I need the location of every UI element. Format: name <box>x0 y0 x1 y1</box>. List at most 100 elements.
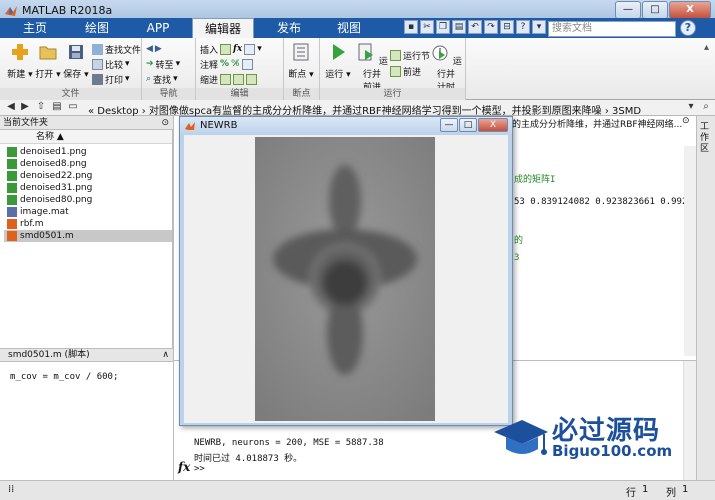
file-list-item[interactable]: denoised22.png <box>4 170 172 182</box>
file-list-item[interactable]: denoised31.png <box>4 182 172 194</box>
figure-maximize-button[interactable]: □ <box>459 118 477 132</box>
dropdown-quick-icon[interactable]: ▾ <box>532 20 546 34</box>
back-forward-buttons[interactable]: ◀ ▶ <box>146 42 162 56</box>
search-docs-input[interactable]: 搜索文档 <box>548 21 676 37</box>
back-arrow-icon: ◀ <box>146 44 153 54</box>
run-advance-button[interactable]: 运行并 前进 <box>356 42 388 93</box>
tab-editor[interactable]: 编辑器 <box>192 18 254 38</box>
help-icon[interactable]: ? <box>680 20 696 36</box>
file-name: rbf.m <box>20 219 44 229</box>
maximize-button[interactable]: □ <box>642 1 668 19</box>
command-prompt[interactable]: >> <box>194 464 205 474</box>
graduation-cap-logo <box>494 420 548 455</box>
watermark-url: Biguo100.com <box>552 442 673 460</box>
tab-publish[interactable]: 发布 <box>262 18 316 38</box>
command-scrollbar[interactable] <box>683 361 696 481</box>
print-button[interactable]: 打印 ▾ <box>92 72 130 86</box>
file-list-item[interactable]: smd0501.m <box>4 230 172 242</box>
details-toggle-icon[interactable]: ∧ <box>162 349 169 361</box>
paste-quick-icon[interactable]: ▤ <box>452 20 466 34</box>
editor-scrollbar[interactable] <box>684 146 696 356</box>
editor-menu-icon[interactable]: ⊙ <box>682 116 690 126</box>
goto-button[interactable]: ➔ 转至 ▾ <box>146 57 180 71</box>
file-png-icon <box>7 183 17 193</box>
file-list-item[interactable]: image.mat <box>4 206 172 218</box>
window-title: MATLAB R2018a <box>22 4 113 17</box>
file-m-icon <box>7 219 17 229</box>
copy-quick-icon[interactable]: ❐ <box>436 20 450 34</box>
figure-window[interactable]: NEWRB — □ X <box>179 116 513 426</box>
close-button[interactable]: X <box>669 1 711 19</box>
file-list-item[interactable]: denoised8.png <box>4 158 172 170</box>
open-button[interactable]: 打开 ▾ <box>34 42 62 80</box>
up-folder-icon[interactable]: ⇧ <box>34 101 48 115</box>
file-list-item[interactable]: denoised80.png <box>4 194 172 206</box>
save-button[interactable]: 保存 ▾ <box>62 42 90 80</box>
back-nav-icon[interactable]: ◀ <box>4 101 18 115</box>
row-value: 1 <box>642 484 649 495</box>
workspace-rail[interactable]: 工作区 <box>696 116 715 480</box>
run-section-icon <box>390 49 401 61</box>
run-button[interactable]: 运行 ▾ <box>324 42 352 80</box>
matlab-logo-icon <box>5 6 17 16</box>
file-name: denoised80.png <box>20 195 93 205</box>
insert-icon <box>220 43 232 55</box>
print-icon <box>92 73 103 85</box>
editor-tab[interactable]: 的主成分分析降维，并通过RBF神经网络... <box>512 117 682 131</box>
find-files-button[interactable]: 查找文件 <box>92 42 141 56</box>
print-label: 打印 <box>105 75 124 86</box>
path-dropdown-icon[interactable]: ▾ <box>684 101 698 115</box>
search-folder-icon[interactable]: ⌕ <box>699 101 713 115</box>
figure-minimize-button[interactable]: — <box>440 118 458 132</box>
status-grip-icon: ⁞⁞ <box>8 484 15 495</box>
file-name: smd0501.m <box>20 231 74 241</box>
figure-title-bar[interactable]: NEWRB — □ X <box>180 117 512 135</box>
save-quick-icon[interactable]: ▪ <box>404 20 418 34</box>
forward-nav-icon[interactable]: ▶ <box>18 101 32 115</box>
find-button[interactable]: ⌕ 查找 ▾ <box>146 72 178 86</box>
ribbon-group-breakpoints: 断点 ▾ 断点 <box>284 38 320 100</box>
percent-icon: % <box>220 59 230 69</box>
ribbon-collapse-icon[interactable]: ▴ <box>704 42 709 53</box>
redo-quick-icon[interactable]: ↷ <box>484 20 498 34</box>
comment-button[interactable]: 注释 % %̸ <box>200 57 253 71</box>
ribbon-group-edit: 插入 fx ▾ 注释 % %̸ 缩进 编辑 <box>196 38 284 100</box>
file-list-item[interactable]: rbf.m <box>4 218 172 230</box>
browse-folder-icon[interactable]: ▤ <box>50 101 64 115</box>
editor-line: 3 <box>514 253 520 263</box>
advance-button[interactable]: 前进 <box>390 64 421 78</box>
name-column-header[interactable]: 名称 ▲ <box>0 130 172 144</box>
file-png-icon <box>7 195 17 205</box>
forward-arrow-icon: ▶ <box>154 44 162 54</box>
save-label: 保存 <box>63 70 82 80</box>
new-button[interactable]: 新建 ▾ <box>6 42 34 80</box>
current-folder-path[interactable]: « Desktop › 对图像做spca有监督的主成分分析降维，并通过RBF神经… <box>88 102 641 117</box>
tab-view[interactable]: 视图 <box>322 18 376 38</box>
file-name: image.mat <box>20 207 69 217</box>
file-list-item[interactable]: denoised1.png <box>4 146 172 158</box>
tab-apps[interactable]: APP <box>134 18 182 38</box>
switch-windows-icon[interactable]: ⊟ <box>500 20 514 34</box>
panel-menu-icon[interactable]: ⊙ <box>161 116 169 130</box>
tab-plots[interactable]: 绘图 <box>70 18 124 38</box>
advance-icon <box>390 65 401 77</box>
comment-label: 注释 <box>200 60 219 71</box>
run-time-button[interactable]: 运行并 计时 <box>430 42 462 93</box>
increase-indent-icon <box>233 73 245 85</box>
tab-home[interactable]: 主页 <box>10 18 60 38</box>
indent-button[interactable]: 缩进 <box>200 72 258 86</box>
address-bar: ◀ ▶ ⇧ ▤ ▭ « Desktop › 对图像做spca有监督的主成分分析降… <box>0 100 715 117</box>
run-section-button[interactable]: 运行节 <box>390 48 430 62</box>
insert-button[interactable]: 插入 fx ▾ <box>200 42 262 56</box>
undo-quick-icon[interactable]: ↶ <box>468 20 482 34</box>
help-quick-icon[interactable]: ? <box>516 20 530 34</box>
uncomment-icon: %̸ <box>231 59 240 69</box>
goto-icon: ➔ <box>146 59 154 69</box>
cut-quick-icon[interactable]: ✂ <box>420 20 434 34</box>
editor-line: 53 0.839124082 0.923823661 0.99265 <box>514 197 699 207</box>
compare-button[interactable]: 比较 ▾ <box>92 57 130 71</box>
minimize-button[interactable]: — <box>615 1 641 19</box>
fx-prompt-icon[interactable]: fx <box>178 460 190 474</box>
figure-close-button[interactable]: X <box>478 118 508 132</box>
breakpoints-button[interactable]: 断点 ▾ <box>287 42 315 80</box>
